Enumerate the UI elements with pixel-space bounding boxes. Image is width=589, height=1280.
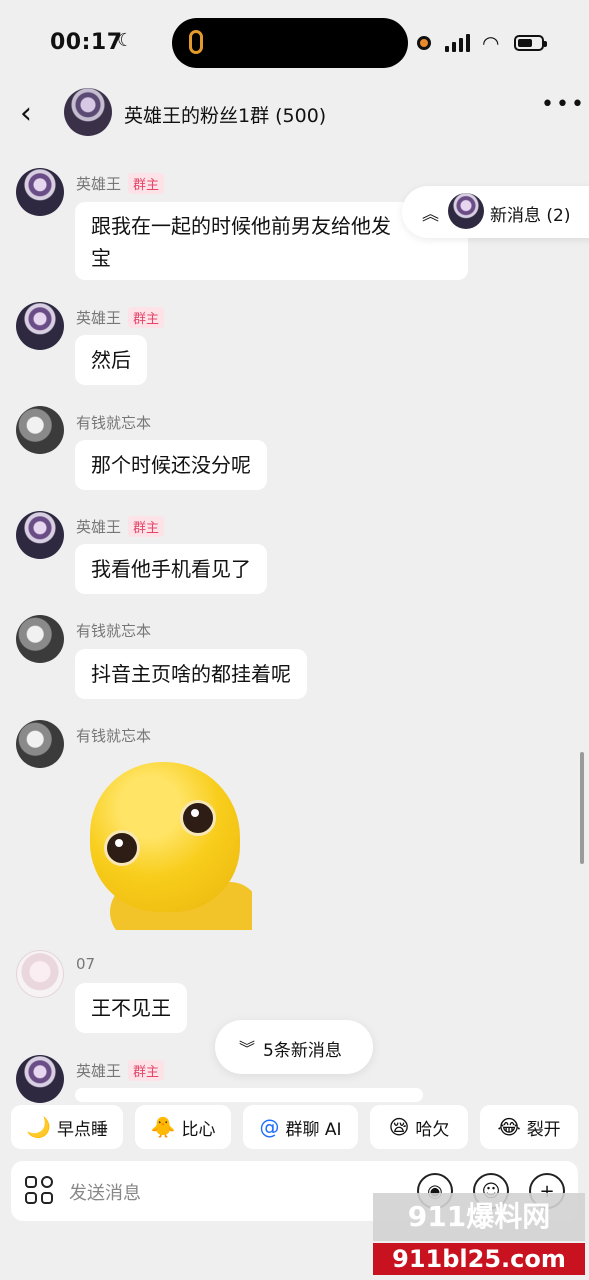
sender-name: 英雄王 xyxy=(76,1062,122,1080)
quick-reply-sleep[interactable]: 🌙 早点睡 xyxy=(11,1105,123,1149)
quick-reply-bar: 🌙 早点睡 🐥 比心 @ 群聊 AI 😪 哈欠 😂 裂开 xyxy=(11,1105,578,1149)
sender-name: 有钱就忘本 xyxy=(76,622,152,640)
battery-icon xyxy=(514,35,547,51)
sender-name: 有钱就忘本 xyxy=(76,727,152,745)
message-text: 跟我在一起的时候他前男友给他发 xyxy=(91,214,391,238)
unread-messages-label: 5条新消息 xyxy=(263,1041,342,1061)
wifi-icon: ◠ xyxy=(482,31,500,55)
status-time: 00:17 xyxy=(50,30,123,55)
cellular-signal-icon xyxy=(445,34,471,52)
sender-name: 07 xyxy=(76,955,96,973)
group-avatar[interactable] xyxy=(64,88,112,136)
new-messages-label: 新消息 (2) xyxy=(490,206,571,226)
message-bubble[interactable]: 然后 xyxy=(75,335,147,385)
chip-label: 比心 xyxy=(181,1119,216,1140)
message-bubble[interactable]: 王不见王 xyxy=(75,983,187,1033)
avatar[interactable] xyxy=(16,615,64,663)
yellow-dino-sticker[interactable] xyxy=(80,762,252,930)
owner-badge: 群主 xyxy=(128,307,165,328)
owner-badge: 群主 xyxy=(128,516,165,537)
chick-emoji-icon: 🐥 xyxy=(150,1115,176,1139)
double-chevron-down-icon: ︾ xyxy=(239,1039,256,1058)
quick-reply-heart[interactable]: 🐥 比心 xyxy=(135,1105,231,1149)
avatar[interactable] xyxy=(16,406,64,454)
back-arrow-icon[interactable]: ‹ xyxy=(20,96,32,131)
microphone-icon xyxy=(189,30,203,54)
chip-label: 早点睡 xyxy=(56,1119,108,1140)
avatar[interactable] xyxy=(16,302,64,350)
sender-name: 有钱就忘本 xyxy=(76,414,152,432)
quick-reply-ai[interactable]: @ 群聊 AI xyxy=(243,1105,358,1149)
unread-messages-button[interactable]: ︾ 5条新消息 xyxy=(215,1020,373,1074)
avatar[interactable] xyxy=(16,720,64,768)
at-icon: @ xyxy=(259,1115,280,1139)
sticker-eye-left xyxy=(104,830,140,866)
message-bubble[interactable]: 那个时候还没分呢 xyxy=(75,440,267,490)
owner-badge: 群主 xyxy=(128,1060,165,1081)
avatar[interactable] xyxy=(16,950,64,998)
chip-label: 哈欠 xyxy=(415,1119,450,1140)
sticker-eye-right xyxy=(180,800,216,836)
status-bar: 00:17 ☾ ◠ xyxy=(0,0,589,84)
message-bubble[interactable]: 抖音主页啥的都挂着呢 xyxy=(75,649,307,699)
new-messages-jump-button[interactable]: ︽ 新消息 (2) xyxy=(402,186,589,238)
owner-badge: 群主 xyxy=(128,173,165,194)
recording-indicator-icon xyxy=(417,36,431,50)
sender-name: 英雄王 xyxy=(76,175,122,193)
group-title[interactable]: 英雄王的粉丝1群 (500) xyxy=(124,101,326,128)
sender-name: 英雄王 xyxy=(76,518,122,536)
moon-emoji-icon: 🌙 xyxy=(26,1115,51,1139)
avatar[interactable] xyxy=(16,511,64,559)
message-bubble[interactable]: 我看他手机看见了 xyxy=(75,544,267,594)
chat-header: ‹ 英雄王的粉丝1群 (500) ••• xyxy=(0,84,589,142)
sender-name: 英雄王 xyxy=(76,309,122,327)
double-chevron-up-icon: ︽ xyxy=(422,205,439,225)
scrollbar[interactable] xyxy=(580,752,584,864)
chip-label: 裂开 xyxy=(526,1119,561,1140)
message-input[interactable]: 发送消息 xyxy=(69,1179,141,1205)
apps-grid-icon[interactable] xyxy=(25,1176,55,1206)
moon-icon: ☾ xyxy=(117,30,134,51)
watermark-url: 911bl25.com xyxy=(373,1243,585,1275)
dynamic-island xyxy=(172,18,408,68)
avatar xyxy=(448,193,484,229)
watermark-logo: 911爆料网 xyxy=(373,1193,585,1241)
avatar[interactable] xyxy=(16,1055,64,1103)
quick-reply-crack[interactable]: 😂 裂开 xyxy=(480,1105,578,1149)
yawn-emoji-icon: 😪 xyxy=(388,1115,410,1139)
message-text: 宝 xyxy=(91,246,111,270)
quick-reply-yawn[interactable]: 😪 哈欠 xyxy=(370,1105,468,1149)
message-bubble[interactable] xyxy=(75,1088,423,1102)
chip-label: 群聊 AI xyxy=(285,1119,342,1140)
watermark: 911爆料网 911bl25.com xyxy=(373,1193,585,1277)
avatar[interactable] xyxy=(16,168,64,216)
more-options-icon[interactable]: ••• xyxy=(541,92,586,117)
crying-laugh-emoji-icon: 😂 xyxy=(497,1115,521,1139)
